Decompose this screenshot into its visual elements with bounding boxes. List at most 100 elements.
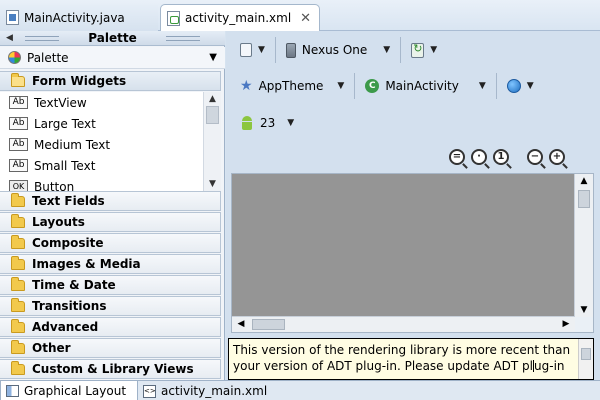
editor-tab-bar: MainActivity.java activity_main.xml ✕ xyxy=(0,0,600,31)
canvas-horizontal-scrollbar[interactable]: ◀ ▶ xyxy=(232,316,575,332)
chevron-down-icon: ▼ xyxy=(430,45,438,55)
error-line-2-start: your version of ADT plug-in. Please upda… xyxy=(233,359,534,373)
rotate-icon xyxy=(411,42,425,58)
scroll-down-icon[interactable]: ▼ xyxy=(575,303,593,317)
widget-textview[interactable]: Ab TextView xyxy=(0,92,221,113)
chevron-down-icon: ▼ xyxy=(478,81,486,91)
tab-graphical-layout[interactable]: Graphical Layout xyxy=(0,381,138,400)
widget-small-text[interactable]: Ab Small Text xyxy=(0,155,221,176)
screen-config-icon xyxy=(240,43,252,57)
close-icon[interactable]: ✕ xyxy=(300,11,311,26)
folder-icon xyxy=(11,192,25,207)
widget-button[interactable]: OK Button xyxy=(0,176,221,191)
category-label: Advanced xyxy=(32,320,99,334)
device-label: Nexus One xyxy=(301,43,368,57)
render-error-message[interactable]: This version of the rendering library is… xyxy=(228,338,594,380)
folder-icon xyxy=(11,213,25,228)
xml-source-icon: <> xyxy=(143,384,156,398)
category-transitions[interactable]: Transitions xyxy=(0,296,221,316)
theme-dropdown[interactable]: ★ AppTheme ▼ xyxy=(234,75,350,97)
scroll-thumb[interactable] xyxy=(581,348,591,360)
widget-label: TextView xyxy=(34,95,87,110)
folder-icon xyxy=(11,255,25,270)
tab-mainactivity-java[interactable]: MainActivity.java xyxy=(0,4,158,31)
category-label: Composite xyxy=(32,236,104,250)
palette-icon xyxy=(8,51,21,64)
button-widget-icon: OK xyxy=(9,180,28,191)
category-label: Images & Media xyxy=(32,257,141,271)
category-form-widgets[interactable]: Form Widgets xyxy=(0,71,221,91)
textview-icon: Ab xyxy=(9,117,28,130)
zoom-fit-icon[interactable]: = xyxy=(449,149,465,165)
globe-icon xyxy=(506,79,521,93)
locale-dropdown[interactable]: ▼ xyxy=(501,75,540,97)
category-advanced[interactable]: Advanced xyxy=(0,317,221,337)
error-scrollbar[interactable] xyxy=(578,339,593,379)
toolbar-separator xyxy=(274,37,276,63)
error-line-2-end: ug-in xyxy=(534,359,565,373)
toolbar-separator xyxy=(495,73,497,99)
widget-list: Ab TextView Ab Large Text Ab Medium Text… xyxy=(0,92,221,191)
scroll-right-icon[interactable]: ▶ xyxy=(559,317,573,332)
editor-bottom-tabs: Graphical Layout <> activity_main.xml xyxy=(0,380,600,400)
widget-large-text[interactable]: Ab Large Text xyxy=(0,113,221,134)
theme-label: AppTheme xyxy=(258,79,324,93)
category-layouts[interactable]: Layouts xyxy=(0,212,221,232)
scroll-up-icon[interactable]: ▲ xyxy=(575,174,593,188)
scroll-up-icon[interactable]: ▲ xyxy=(204,92,221,106)
zoom-out-icon[interactable]: − xyxy=(527,149,543,165)
toolbar-row-3: 23 ▼ xyxy=(234,107,300,139)
scroll-thumb[interactable] xyxy=(252,319,285,330)
grip-right[interactable] xyxy=(166,36,200,41)
tab-activity-main-xml[interactable]: activity_main.xml ✕ xyxy=(160,4,320,31)
category-time-date[interactable]: Time & Date xyxy=(0,275,221,295)
category-images-media[interactable]: Images & Media xyxy=(0,254,221,274)
palette-dropdown[interactable]: Palette ▼ xyxy=(0,47,225,69)
category-label: Transitions xyxy=(32,299,107,313)
scroll-thumb[interactable] xyxy=(206,106,219,124)
folder-open-icon xyxy=(11,72,25,87)
phone-icon xyxy=(285,42,296,58)
device-dropdown[interactable]: Nexus One ▼ xyxy=(280,39,396,61)
layout-canvas-area: ▲ ▼ ◀ ▶ xyxy=(231,173,594,333)
error-line-1: This version of the rendering library is… xyxy=(233,343,571,357)
orientation-button[interactable]: ▼ xyxy=(405,39,443,61)
chevron-down-icon[interactable]: ▼ xyxy=(209,52,217,63)
chevron-down-icon: ▼ xyxy=(337,81,345,91)
category-label: Form Widgets xyxy=(32,74,127,88)
folder-icon xyxy=(11,276,25,291)
widget-label: Large Text xyxy=(34,116,96,131)
scroll-down-icon[interactable]: ▼ xyxy=(204,177,221,191)
category-label: Text Fields xyxy=(32,194,105,208)
api-level-dropdown[interactable]: 23 ▼ xyxy=(234,112,300,134)
class-c-icon: C xyxy=(365,79,380,93)
xml-file-icon xyxy=(167,10,180,26)
canvas-vertical-scrollbar[interactable]: ▲ ▼ xyxy=(574,174,593,317)
category-text-fields[interactable]: Text Fields xyxy=(0,191,221,211)
layout-canvas[interactable] xyxy=(232,174,575,317)
widget-list-scrollbar[interactable]: ▲ ▼ xyxy=(203,92,221,191)
activity-dropdown[interactable]: C MainActivity ▼ xyxy=(359,75,491,97)
config-chooser-button[interactable]: ▼ xyxy=(234,39,271,61)
chevron-down-icon: ▼ xyxy=(258,45,265,55)
activity-label: MainActivity xyxy=(385,79,459,93)
category-custom-library-views[interactable]: Custom & Library Views xyxy=(0,359,221,379)
chevron-down-icon: ▼ xyxy=(526,81,534,91)
tab-xml-source[interactable]: <> activity_main.xml xyxy=(138,381,278,400)
category-label: Other xyxy=(32,341,71,355)
zoom-real-icon[interactable]: · xyxy=(471,149,487,165)
scroll-left-icon[interactable]: ◀ xyxy=(234,317,248,332)
folder-icon xyxy=(11,318,25,333)
chevron-down-icon: ▼ xyxy=(383,45,391,55)
layout-icon xyxy=(6,384,19,397)
chevron-down-icon: ▼ xyxy=(287,118,295,128)
palette-dropdown-label: Palette xyxy=(27,50,69,65)
zoom-100-icon[interactable]: 1 xyxy=(493,149,509,165)
widget-medium-text[interactable]: Ab Medium Text xyxy=(0,134,221,155)
zoom-in-icon[interactable]: + xyxy=(549,149,565,165)
scroll-thumb[interactable] xyxy=(578,190,590,208)
java-file-icon xyxy=(6,10,19,25)
category-label: Custom & Library Views xyxy=(32,362,194,376)
category-other[interactable]: Other xyxy=(0,338,221,358)
category-composite[interactable]: Composite xyxy=(0,233,221,253)
